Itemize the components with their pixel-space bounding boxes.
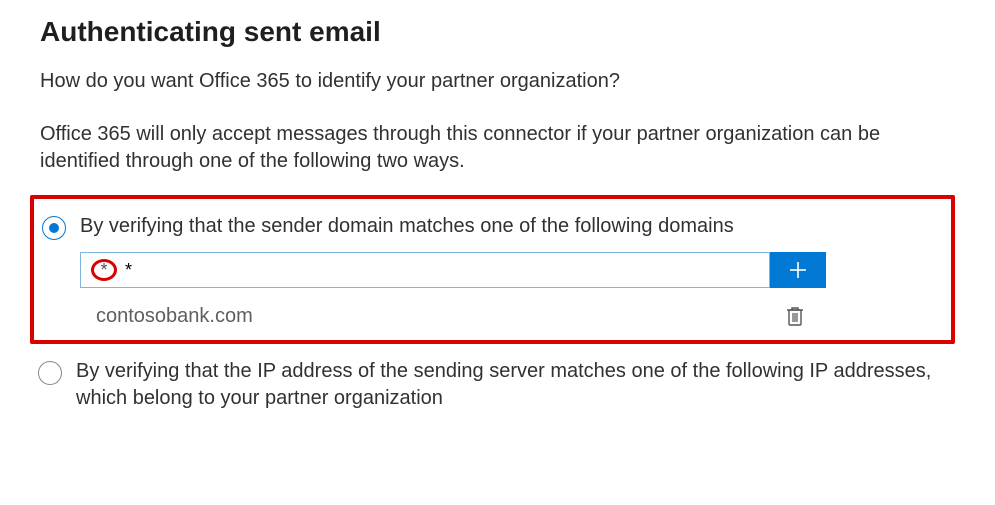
- domain-input-container: *: [80, 252, 770, 288]
- trash-icon: [785, 305, 805, 327]
- add-domain-button[interactable]: [770, 252, 826, 288]
- delete-domain-button[interactable]: [784, 304, 806, 328]
- option-by-domain-label: By verifying that the sender domain matc…: [80, 213, 937, 240]
- page-title: Authenticating sent email: [40, 16, 955, 48]
- option-by-ip: By verifying that the IP address of the …: [30, 358, 955, 412]
- option-by-ip-label: By verifying that the IP address of the …: [76, 358, 941, 412]
- identify-question: How do you want Office 365 to identify y…: [40, 70, 955, 93]
- identify-description: Office 365 will only accept messages thr…: [40, 121, 955, 175]
- domain-name-text: contosobank.com: [96, 305, 253, 328]
- annotation-highlight-box: By verifying that the sender domain matc…: [30, 195, 955, 344]
- option-by-domain: By verifying that the sender domain matc…: [34, 213, 937, 328]
- plus-icon: [788, 260, 808, 280]
- radio-by-ip[interactable]: [38, 361, 62, 385]
- domain-list-item: contosobank.com: [80, 304, 826, 328]
- radio-by-domain[interactable]: [42, 216, 66, 240]
- domain-input[interactable]: [81, 253, 769, 287]
